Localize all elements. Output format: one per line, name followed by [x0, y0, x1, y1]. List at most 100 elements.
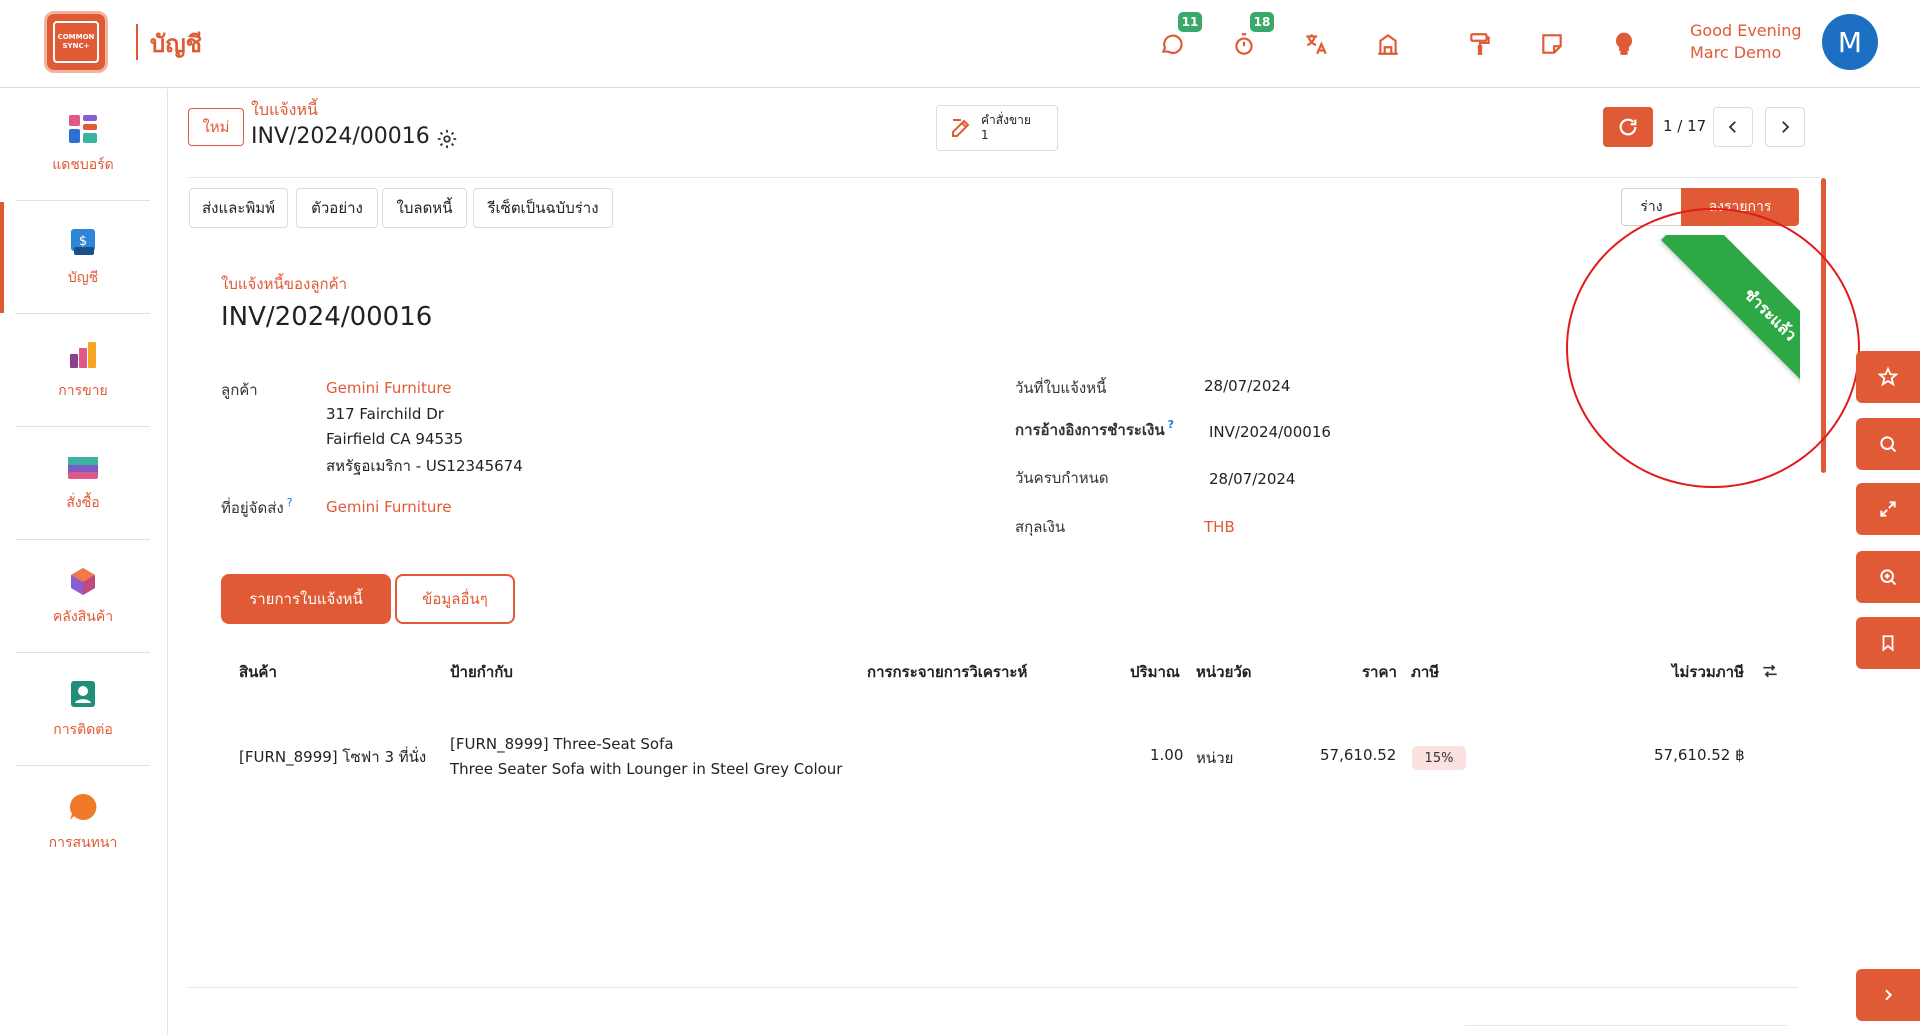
delivery-address-label-text: ที่อยู่จัดส่ง	[221, 499, 284, 517]
zoom-in-icon	[1880, 569, 1897, 586]
preview-button[interactable]: ตัวอย่าง	[296, 188, 378, 228]
user-name: Marc Demo	[1690, 43, 1782, 62]
star-icon	[1877, 366, 1899, 387]
sidebar-item-purchase[interactable]: สั่งซื้อ	[16, 428, 150, 540]
chevron-right-icon	[1782, 121, 1790, 133]
invoice-date-label: วันที่ใบแจ้งหนี้	[1015, 379, 1107, 397]
chevron-right-icon	[1885, 989, 1893, 1001]
svg-text:$: $	[79, 234, 87, 249]
column-analytic[interactable]: การกระจายการวิเคราะห์	[867, 660, 1027, 684]
invoice-date-value[interactable]: 28/07/2024	[1204, 377, 1290, 395]
row-label-line-2: Three Seater Sofa with Lounger in Steel …	[450, 760, 843, 778]
user-avatar[interactable]: M	[1822, 14, 1878, 70]
currency-label: สกุลเงิน	[1015, 518, 1066, 536]
company-button[interactable]	[1372, 28, 1404, 60]
status-posted[interactable]: ลงรายการ	[1681, 188, 1799, 226]
new-button[interactable]: ใหม่	[188, 108, 244, 146]
send-print-button[interactable]: ส่งและพิมพ์	[189, 188, 288, 228]
collapse-panel-button[interactable]	[1856, 969, 1920, 1021]
scrollbar[interactable]	[1821, 178, 1826, 473]
edit-icon	[952, 119, 970, 137]
expand-icon	[1880, 501, 1896, 517]
favorite-button[interactable]	[1856, 351, 1920, 403]
customer-link[interactable]: Gemini Furniture	[326, 379, 451, 397]
help-icon[interactable]: ?	[287, 496, 293, 509]
column-settings-icon[interactable]	[1760, 661, 1780, 681]
bookmark-button[interactable]	[1856, 617, 1920, 669]
sidebar-item-dashboard[interactable]: แดชบอร์ด	[16, 89, 150, 201]
discuss-icon	[69, 793, 97, 820]
sidebar-item-inventory[interactable]: คลังสินค้า	[16, 541, 150, 653]
inventory-icon	[71, 567, 95, 595]
refresh-button[interactable]	[1603, 107, 1653, 147]
gear-icon[interactable]	[436, 128, 458, 150]
sidebar-item-discuss[interactable]: การสนทนา	[16, 767, 150, 879]
previous-record-button[interactable]	[1713, 107, 1753, 147]
row-uom: หน่วย	[1196, 749, 1234, 767]
sidebar-item-accounting[interactable]: $ บัญชี	[0, 202, 150, 314]
sidebar-item-label: สั่งซื้อ	[66, 494, 100, 511]
credit-note-button[interactable]: ใบลดหนี้	[382, 188, 467, 228]
delivery-address-link[interactable]: Gemini Furniture	[326, 498, 451, 516]
activity-button[interactable]: 18	[1228, 12, 1274, 60]
customer-label: ลูกค้า	[221, 381, 258, 399]
sidebar-item-label: การติดต่อ	[53, 721, 113, 738]
help-icon[interactable]: ?	[1168, 418, 1174, 431]
reset-to-draft-button[interactable]: รีเซ็ตเป็นฉบับร่าง	[473, 188, 613, 228]
paid-ribbon: ชำระแล้ว	[1661, 235, 1800, 424]
totals-divider	[1465, 1025, 1787, 1026]
sidebar-item-label: การขาย	[58, 382, 108, 399]
column-price[interactable]: ราคา	[1362, 660, 1397, 684]
column-label[interactable]: ป้ายกำกับ	[450, 660, 513, 684]
expand-button[interactable]	[1856, 483, 1920, 535]
chat-badge: 11	[1178, 12, 1202, 32]
zoom-button[interactable]	[1856, 551, 1920, 603]
paint-roller-icon	[1470, 33, 1490, 55]
currency-link[interactable]: THB	[1204, 518, 1235, 536]
sidebar-item-sales[interactable]: การขาย	[16, 315, 150, 427]
record-title: INV/2024/00016	[251, 124, 430, 149]
search-icon	[1880, 436, 1897, 453]
row-product[interactable]: [FURN_8999] โซฟา 3 ที่นั่ง	[239, 745, 426, 769]
column-subtotal[interactable]: ไม่รวมภาษี	[1672, 660, 1744, 684]
payment-reference-label: การอ้างอิงการชำระเงิน?	[1015, 418, 1174, 442]
breadcrumb-parent[interactable]: ใบแจ้งหนี้	[251, 98, 318, 123]
payment-reference-label-text: การอ้างอิงการชำระเงิน	[1015, 421, 1165, 439]
sidebar-item-label: บัญชี	[67, 269, 99, 286]
table-bottom-divider	[188, 987, 1798, 988]
tab-invoice-lines[interactable]: รายการใบแจ้งหนี้	[221, 574, 391, 624]
column-quantity[interactable]: ปริมาณ	[1130, 660, 1180, 684]
app-title-separator	[136, 24, 138, 60]
row-subtotal: 57,610.52 ฿	[1654, 746, 1745, 764]
chat-button[interactable]: 11	[1156, 12, 1202, 60]
theme-button[interactable]	[1464, 28, 1496, 60]
bookmark-icon	[1882, 635, 1894, 652]
due-date-value[interactable]: 28/07/2024	[1209, 470, 1295, 488]
sticky-note-icon	[1542, 34, 1562, 54]
delivery-address-label: ที่อยู่จัดส่ง?	[221, 496, 293, 520]
sidebar-item-label: คลังสินค้า	[52, 608, 114, 625]
search-button[interactable]	[1856, 418, 1920, 470]
app-logo[interactable]: COMMON SYNC+	[44, 11, 108, 73]
notes-button[interactable]	[1536, 28, 1568, 60]
document-number: INV/2024/00016	[221, 302, 433, 332]
address-line-1: 317 Fairchild Dr	[326, 405, 444, 423]
sidebar-item-contacts[interactable]: การติดต่อ	[16, 654, 150, 766]
sidebar: แดชบอร์ด $ บัญชี การขาย สั่งซื้อ คลังสิน…	[0, 89, 168, 1035]
due-date-label: วันครบกำหนด	[1015, 469, 1109, 487]
next-record-button[interactable]	[1765, 107, 1805, 147]
language-button[interactable]	[1300, 28, 1332, 60]
lightbulb-icon	[1615, 32, 1633, 55]
highlight-circle	[1566, 208, 1860, 488]
status-draft[interactable]: ร่าง	[1621, 188, 1681, 226]
logo-text-line1: COMMON	[57, 33, 95, 41]
payment-reference-value[interactable]: INV/2024/00016	[1209, 423, 1331, 441]
sale-order-smart-button[interactable]: คำสั่งขาย 1	[936, 105, 1058, 151]
tips-button[interactable]	[1608, 28, 1640, 60]
column-uom[interactable]: หน่วยวัด	[1196, 660, 1252, 684]
app-title: บัญชี	[150, 30, 202, 58]
column-product[interactable]: สินค้า	[239, 660, 277, 684]
column-tax[interactable]: ภาษี	[1411, 660, 1439, 684]
tab-other-info[interactable]: ข้อมูลอื่นๆ	[395, 574, 515, 624]
pager-value[interactable]: 1 / 17	[1663, 117, 1706, 135]
